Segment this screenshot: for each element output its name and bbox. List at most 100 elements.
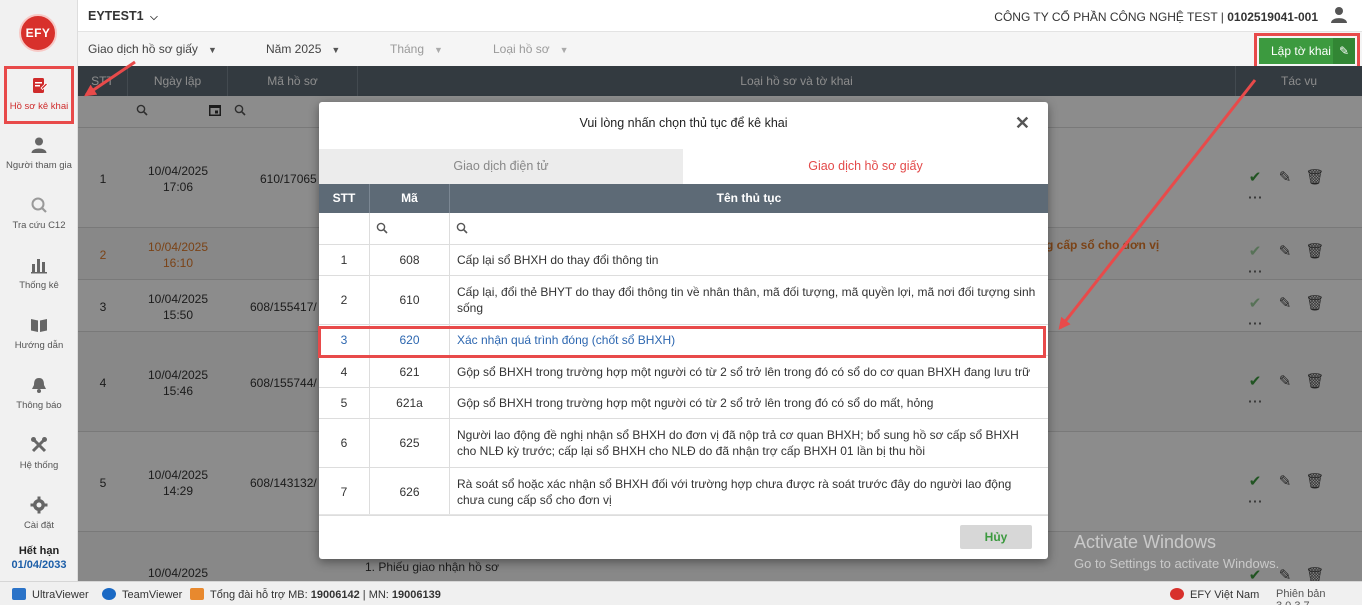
company-name: CÔNG TY CỔ PHẦN CÔNG NGHỆ TEST | <box>994 10 1228 24</box>
cancel-button[interactable]: Hủy <box>960 525 1032 549</box>
procedure-stt: 7 <box>319 468 370 515</box>
pencil-icon: ✎ <box>1333 38 1355 64</box>
month-select[interactable]: Tháng ▼ <box>390 42 443 56</box>
expiry-date: 01/04/2033 <box>11 559 67 571</box>
procedure-stt: 5 <box>319 388 370 418</box>
sidebar-item-label: Hệ thống <box>19 460 59 471</box>
tenant-name: EYTEST1 <box>88 9 144 23</box>
sidebar-item-huong-dan[interactable]: Hướng dẫn <box>0 316 78 351</box>
col-code: Mã <box>370 184 450 213</box>
dialog-footer: Hủy <box>319 514 1048 559</box>
sidebar-item-ho-so-ke-khai[interactable]: Hồ sơ kê khai <box>4 66 74 124</box>
transaction-type-value: Giao dịch hồ sơ giấy <box>88 42 198 56</box>
dialog-tabs: Giao dịch điện tử Giao dịch hồ sơ giấy <box>319 149 1048 184</box>
col-stt: STT <box>319 184 370 213</box>
transaction-type-select[interactable]: Giao dịch hồ sơ giấy ▼ <box>88 42 217 56</box>
procedure-code: 626 <box>370 468 450 515</box>
top-bar: EYTEST1 ⌵ CÔNG TY CỔ PHẦN CÔNG NGHỆ TEST… <box>78 0 1362 32</box>
tab-electronic-transaction[interactable]: Giao dịch điện tử <box>319 149 683 184</box>
procedure-stt: 6 <box>319 419 370 467</box>
procedure-name: Người lao động đề nghị nhận sổ BHXH do đ… <box>457 428 1019 458</box>
ultraviewer-label: UltraViewer <box>32 589 89 601</box>
expiry-label: Hết hạn <box>18 545 60 557</box>
procedure-code: 621a <box>370 388 450 418</box>
activate-windows-subtitle: Go to Settings to activate Windows. <box>1074 556 1280 571</box>
year-select[interactable]: Năm 2025 ▼ <box>266 42 340 56</box>
phone-icon <box>190 588 204 600</box>
efy-small-logo-icon <box>1170 588 1184 600</box>
doc-type-select[interactable]: Loại hồ sơ ▼ <box>493 42 569 56</box>
version-label: Phiên bản 3.0.3.7 <box>1276 588 1326 605</box>
doc-type-value: Loại hồ sơ <box>493 42 550 56</box>
procedure-code: 621 <box>370 356 450 387</box>
bar-chart-icon <box>28 256 50 276</box>
company-info: CÔNG TY CỔ PHẦN CÔNG NGHỆ TEST | 0102519… <box>994 10 1318 24</box>
sidebar-item-label: Thống kê <box>19 280 59 291</box>
procedure-row[interactable]: 4 621 Gộp sổ BHXH trong trường hợp một n… <box>319 356 1048 388</box>
sidebar: EFY Hồ sơ kê khai Người tham gia Tra cứu… <box>0 0 78 581</box>
ultraviewer-icon <box>12 588 26 600</box>
filter-bar: Giao dịch hồ sơ giấy ▼ Năm 2025 ▼ Tháng ▼ L… <box>78 32 1362 69</box>
create-declaration-label: Lập tờ khai <box>1271 44 1331 58</box>
sidebar-item-nguoi-tham-gia[interactable]: Người tham gia <box>0 136 78 171</box>
hotline-separator: | MN: <box>359 589 392 601</box>
procedure-row[interactable]: 5 621a Gộp sổ BHXH trong trường hợp một … <box>319 388 1048 419</box>
brand-info: EFY Việt Nam <box>1170 588 1259 601</box>
procedure-row[interactable]: 2 610 Cấp lại, đổi thẻ BHYT do thay đổi … <box>319 276 1048 325</box>
user-icon <box>28 136 50 156</box>
procedure-stt: 1 <box>319 245 370 275</box>
sidebar-item-tra-cuu-c12[interactable]: Tra cứu C12 <box>0 196 78 231</box>
procedure-name: Gộp sổ BHXH trong trường hợp một người c… <box>457 396 934 410</box>
dialog-title: Vui lòng nhấn chọn thủ tục để kê khai <box>579 116 788 130</box>
selected-row-highlight <box>318 326 1046 358</box>
procedure-stt: 4 <box>319 356 370 387</box>
sidebar-item-thong-ke[interactable]: Thống kê <box>0 256 78 291</box>
book-icon <box>28 316 50 336</box>
sidebar-item-cai-dat[interactable]: Cài đặt <box>0 496 78 531</box>
procedure-name: Cấp lại sổ BHXH do thay đổi thông tin <box>457 253 659 267</box>
sidebar-item-label: Cài đặt <box>23 520 55 531</box>
hotline-mn: 19006139 <box>391 589 441 601</box>
expiry-info: Hết hạn 01/04/2033 <box>0 545 78 571</box>
code-filter-cell[interactable] <box>370 213 450 245</box>
caret-down-icon: ▼ <box>331 45 341 55</box>
teamviewer-label: TeamViewer <box>122 589 183 601</box>
caret-down-icon: ▼ <box>207 45 217 55</box>
search-icon <box>376 222 388 237</box>
sidebar-item-he-thong[interactable]: Hệ thống <box>0 436 78 471</box>
procedure-name: Rà soát sổ hoặc xác nhận sổ BHXH đối với… <box>457 476 1012 507</box>
tab-paper-transaction[interactable]: Giao dịch hồ sơ giấy <box>683 149 1048 184</box>
teamviewer-link[interactable]: TeamViewer <box>102 588 182 601</box>
tools-icon <box>28 436 50 456</box>
procedure-row[interactable]: 1 608 Cấp lại sổ BHXH do thay đổi thông … <box>319 245 1048 276</box>
sidebar-item-label: Người tham gia <box>6 160 72 171</box>
activate-windows-title: Activate Windows <box>1074 532 1217 552</box>
gear-icon <box>28 496 50 516</box>
hotline-prefix: Tổng đài hỗ trợ MB: <box>210 589 311 601</box>
procedure-code: 608 <box>370 245 450 275</box>
search-icon <box>28 196 50 216</box>
stt-filter-cell <box>319 213 370 245</box>
create-declaration-highlight: Lập tờ khai ✎ <box>1254 33 1360 69</box>
search-icon <box>456 222 468 237</box>
create-declaration-button[interactable]: Lập tờ khai ✎ <box>1259 38 1355 64</box>
bell-icon <box>28 376 50 396</box>
procedure-row[interactable]: 7 626 Rà soát sổ hoặc xác nhận sổ BHXH đ… <box>319 468 1048 516</box>
close-icon[interactable]: ✕ <box>1015 113 1030 134</box>
hotline-mb: 19006142 <box>310 589 360 601</box>
name-filter-cell[interactable] <box>450 213 1048 245</box>
year-value: Năm 2025 <box>266 42 322 56</box>
chevron-down-icon: ⌵ <box>150 12 158 23</box>
ultraviewer-link[interactable]: UltraViewer <box>12 588 89 601</box>
teamviewer-icon <box>102 588 116 600</box>
caret-down-icon: ▼ <box>434 45 443 55</box>
brand-label: EFY Việt Nam <box>1190 589 1260 601</box>
procedure-row[interactable]: 6 625 Người lao động đề nghị nhận sổ BHX… <box>319 419 1048 468</box>
procedure-code: 625 <box>370 419 450 467</box>
sidebar-item-thong-bao[interactable]: Thông báo <box>0 376 78 411</box>
sidebar-item-label: Hướng dẫn <box>14 340 64 351</box>
user-account-icon[interactable] <box>1330 6 1348 24</box>
status-bar: UltraViewer TeamViewer Tổng đài hỗ trợ M… <box>0 581 1362 605</box>
tenant-selector[interactable]: EYTEST1 ⌵ <box>88 9 158 23</box>
document-edit-icon <box>28 77 50 97</box>
